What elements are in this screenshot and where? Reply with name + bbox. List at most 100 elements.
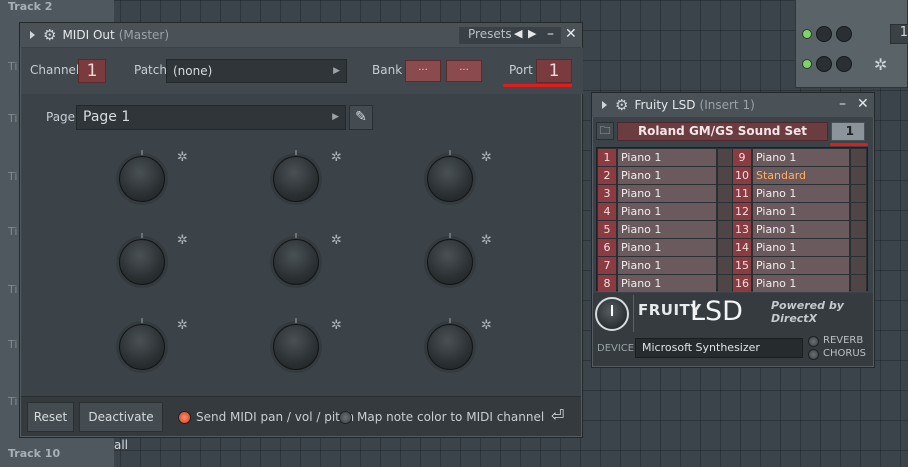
send-midi-label[interactable]: Send MIDI pan / vol / pitch [196, 410, 354, 424]
program-name[interactable]: Piano 1 [753, 257, 849, 274]
track-label-sliver[interactable]: Ti [8, 338, 17, 351]
collapse-triangle-icon[interactable] [30, 31, 35, 39]
knob-settings-gear-icon[interactable]: ✲ [481, 150, 492, 165]
reset-button[interactable]: Reset [27, 402, 74, 432]
page-label: Page [46, 110, 76, 124]
powered-by-label: Powered by DirectX [771, 299, 844, 325]
plug-icon[interactable]: ⏎ [551, 406, 564, 425]
close-icon[interactable]: ✕ [857, 96, 869, 112]
folder-icon[interactable]: 🗀 [596, 122, 614, 140]
program-name[interactable]: Piano 1 [753, 149, 849, 166]
knob-settings-gear-icon[interactable]: ✲ [331, 150, 342, 165]
knob-settings-gear-icon[interactable]: ✲ [177, 233, 188, 248]
close-icon[interactable]: ✕ [565, 26, 577, 42]
midi-out-titlebar[interactable]: ⚙ MIDI Out (Master) Presets ◀ ▶ – ✕ [20, 23, 582, 47]
edit-pencil-icon[interactable]: ✎ [349, 105, 373, 130]
channel-label: Channel [30, 63, 80, 77]
presets-button[interactable]: Presets [468, 27, 512, 41]
track-label-sliver[interactable]: Ti [8, 170, 17, 183]
program-name[interactable]: Piano 1 [618, 185, 716, 202]
patch-select[interactable]: (none) ▶ [166, 59, 347, 83]
knob-settings-gear-icon[interactable]: ✲ [331, 233, 342, 248]
knob-settings-gear-icon[interactable]: ✲ [331, 318, 342, 333]
knob-6[interactable] [427, 233, 473, 285]
sound-set-select[interactable]: Roland GM/GS Sound Set [617, 122, 828, 141]
channel-led[interactable] [802, 59, 812, 69]
preset-next-icon[interactable]: ▶ [528, 27, 536, 40]
port-value-box[interactable]: 1 [536, 59, 572, 83]
program-name[interactable]: Standard [753, 167, 849, 184]
reverb-toggle[interactable] [808, 336, 819, 347]
deactivate-all-button[interactable]: Deactivate all [79, 402, 163, 452]
channel-value-box[interactable]: 1 [78, 59, 106, 83]
program-name[interactable]: Piano 1 [618, 149, 716, 166]
channel-number: 1 [598, 149, 616, 166]
gear-icon[interactable]: ⚙ [43, 26, 56, 44]
preset-prev-icon[interactable]: ◀ [514, 27, 522, 40]
map-note-radio[interactable] [339, 411, 352, 424]
program-name[interactable]: Piano 1 [618, 275, 716, 292]
knob-settings-gear-icon[interactable]: ✲ [177, 150, 188, 165]
volume-knob[interactable] [595, 297, 629, 331]
track-label-sliver[interactable]: Ti [8, 395, 17, 408]
minimize-icon[interactable]: – [839, 96, 846, 112]
map-note-label[interactable]: Map note color to MIDI channel [357, 410, 544, 424]
track-label-sliver[interactable]: Ti [8, 283, 17, 296]
send-midi-radio[interactable] [178, 411, 191, 424]
knob-settings-gear-icon[interactable]: ✲ [481, 318, 492, 333]
knob-settings-gear-icon[interactable]: ✲ [177, 318, 188, 333]
device-label: DEVICE [597, 343, 635, 354]
program-name[interactable]: Piano 1 [618, 221, 716, 238]
knob-1[interactable] [119, 150, 165, 202]
program-name[interactable]: Piano 1 [753, 185, 849, 202]
program-name[interactable]: Piano 1 [753, 239, 849, 256]
channel-route-box[interactable]: 1 [890, 24, 908, 44]
program-name[interactable]: Piano 1 [753, 275, 849, 292]
knob-4[interactable] [119, 233, 165, 285]
channel-row: ✲ [802, 52, 887, 76]
channel-pan-knob[interactable] [816, 56, 832, 72]
knob-settings-gear-icon[interactable]: ✲ [481, 233, 492, 248]
knob-2[interactable] [273, 150, 319, 202]
channel-pan-knob[interactable] [816, 26, 832, 42]
logo-lsd: LSD [690, 296, 743, 327]
program-name[interactable]: Piano 1 [618, 239, 716, 256]
device-select[interactable]: Microsoft Synthesizer [635, 338, 803, 358]
page-value: Page 1 [83, 109, 131, 125]
knob-8[interactable] [273, 318, 319, 370]
channel-vol-knob[interactable] [836, 56, 852, 72]
chorus-label: CHORUS [823, 348, 866, 359]
chevron-right-icon: ▶ [332, 112, 339, 122]
channel-led[interactable] [802, 29, 812, 39]
collapse-triangle-icon[interactable] [602, 101, 607, 109]
program-name[interactable]: Piano 1 [753, 203, 849, 220]
fruity-lsd-titlebar[interactable]: ⚙ Fruity LSD (Insert 1) – ✕ [592, 93, 874, 117]
program-name[interactable]: Piano 1 [618, 257, 716, 274]
channel-gear-icon[interactable]: ✲ [874, 55, 887, 74]
track-label-10[interactable]: Track 10 [8, 447, 60, 460]
channel-rack-fragment: 1 ✲ [795, 0, 908, 88]
knob-9[interactable] [427, 318, 473, 370]
port-value-box[interactable]: 1 [831, 122, 865, 141]
bank-lsb-box[interactable]: ··· [446, 60, 482, 82]
patch-label: Patch [134, 63, 167, 77]
track-label-sliver[interactable]: Ti [8, 60, 17, 73]
minimize-icon[interactable]: – [547, 26, 554, 42]
program-name[interactable]: Piano 1 [618, 167, 716, 184]
chorus-toggle[interactable] [808, 349, 819, 360]
track-label-2[interactable]: Track 2 [8, 0, 52, 13]
gear-icon[interactable]: ⚙ [615, 96, 628, 114]
track-label-sliver[interactable]: Ti [8, 225, 17, 238]
channel-number: 10 [733, 167, 751, 184]
program-name[interactable]: Piano 1 [753, 221, 849, 238]
window-subtitle: (Master) [118, 28, 170, 42]
channel-number: 16 [733, 275, 751, 292]
knob-3[interactable] [427, 150, 473, 202]
knob-7[interactable] [119, 318, 165, 370]
channel-vol-knob[interactable] [836, 26, 852, 42]
track-label-sliver[interactable]: Ti [8, 112, 17, 125]
knob-5[interactable] [273, 233, 319, 285]
program-name[interactable]: Piano 1 [618, 203, 716, 220]
page-select[interactable]: Page 1 ▶ [76, 105, 346, 130]
bank-msb-box[interactable]: ··· [405, 60, 441, 82]
